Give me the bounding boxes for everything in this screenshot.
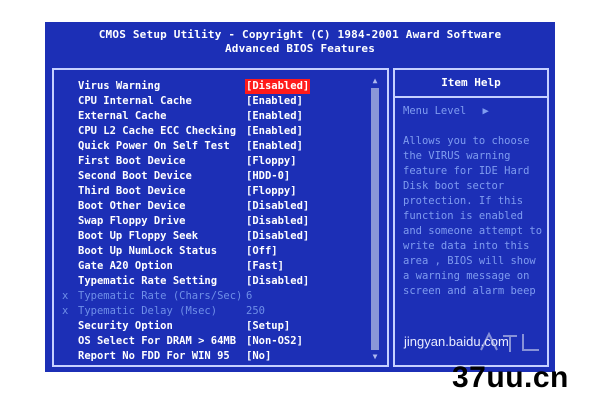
setting-label: Gate A20 Option xyxy=(78,260,173,272)
setting-value[interactable]: [Enabled] xyxy=(246,124,303,139)
item-help-title: Item Help xyxy=(395,70,547,98)
settings-panel: Virus Warning [Disabled] CPU Internal Cach… xyxy=(52,68,389,367)
setting-value: 6 xyxy=(246,290,253,302)
help-line: Allows you to choose xyxy=(403,135,530,147)
help-line: protection. If this xyxy=(403,195,524,207)
utility-title: CMOS Setup Utility - Copyright (C) 1984-… xyxy=(98,28,502,41)
setting-label: Boot Other Device xyxy=(78,200,186,212)
setting-value[interactable]: [Disabled] xyxy=(246,229,309,244)
setting-value[interactable]: [Disabled] xyxy=(246,274,309,289)
setting-label: OS Select For DRAM > 64MB xyxy=(78,335,237,347)
setting-value[interactable]: [HDD-0] xyxy=(246,169,290,184)
setting-label: Typematic Delay (Msec) xyxy=(78,305,218,317)
setting-label: CPU L2 Cache ECC Checking xyxy=(78,125,237,137)
setting-value[interactable]: [Enabled] xyxy=(246,139,303,154)
help-line: screen and alarm beep xyxy=(403,285,536,297)
menu-level-arrow-icon: ▶ xyxy=(482,105,489,117)
setting-value[interactable]: [Setup] xyxy=(246,319,290,334)
scroll-up-arrow-icon[interactable]: ▲ xyxy=(370,76,380,85)
setting-label: Typematic Rate (Chars/Sec) xyxy=(78,290,243,302)
setting-value[interactable]: [No] xyxy=(246,349,271,364)
help-line: function is enabled xyxy=(403,210,524,222)
setting-label: Boot Up Floppy Seek xyxy=(78,230,199,242)
help-line: Disk boot sector xyxy=(403,180,505,192)
setting-value[interactable]: [Disabled] xyxy=(245,79,311,94)
watermark-logo-icon xyxy=(480,331,539,352)
watermark-brand: 37uu.cn xyxy=(452,361,569,394)
setting-value[interactable]: [Fast] xyxy=(246,259,284,274)
setting-label: Second Boot Device xyxy=(78,170,192,182)
help-line: area , BIOS will show xyxy=(403,255,536,267)
page-title: Advanced BIOS Features xyxy=(224,42,376,55)
setting-label: Third Boot Device xyxy=(78,185,186,197)
help-line: write data into this xyxy=(403,240,530,252)
setting-label: Virus Warning xyxy=(78,80,161,92)
item-help-panel: Item Help Menu Level ▶ Allows you to cho… xyxy=(393,68,549,367)
setting-value: 250 xyxy=(246,305,265,317)
setting-value[interactable]: [Non-OS2] xyxy=(246,334,303,349)
setting-label: Security Option xyxy=(78,320,173,332)
setting-value[interactable]: [Disabled] xyxy=(246,214,309,229)
menu-level-label: Menu Level xyxy=(403,105,467,117)
disabled-marker: x xyxy=(62,305,69,317)
scroll-down-arrow-icon[interactable]: ▼ xyxy=(370,352,380,361)
setting-value[interactable]: [Floppy] xyxy=(246,154,297,169)
setting-label: CPU Internal Cache xyxy=(78,95,192,107)
help-line: feature for IDE Hard xyxy=(403,165,530,177)
help-line: the VIRUS warning xyxy=(403,150,511,162)
setting-label: Report No FDD For WIN 95 xyxy=(78,350,230,362)
setting-label: Boot Up NumLock Status xyxy=(78,245,218,257)
help-line: and someone attempt to xyxy=(403,225,543,237)
setting-value[interactable]: [Off] xyxy=(246,244,278,259)
setting-value[interactable]: [Disabled] xyxy=(246,199,309,214)
setting-label: First Boot Device xyxy=(78,155,186,167)
help-text: Allows you to choose the VIRUS warning fea… xyxy=(403,134,547,299)
setting-label: Swap Floppy Drive xyxy=(78,215,186,227)
setting-value[interactable]: [Enabled] xyxy=(246,109,303,124)
help-line: a warning message on xyxy=(403,270,530,282)
setting-label: Typematic Rate Setting xyxy=(78,275,218,287)
setting-value[interactable]: [Floppy] xyxy=(246,184,297,199)
scrollbar-track[interactable] xyxy=(371,88,379,350)
setting-label: Quick Power On Self Test xyxy=(78,140,230,152)
setting-label: External Cache xyxy=(78,110,167,122)
bios-screen: CMOS Setup Utility - Copyright (C) 1984-… xyxy=(45,22,555,372)
setting-value[interactable]: [Enabled] xyxy=(246,94,303,109)
disabled-marker: x xyxy=(62,290,69,302)
menu-level: Menu Level ▶ xyxy=(403,105,489,117)
